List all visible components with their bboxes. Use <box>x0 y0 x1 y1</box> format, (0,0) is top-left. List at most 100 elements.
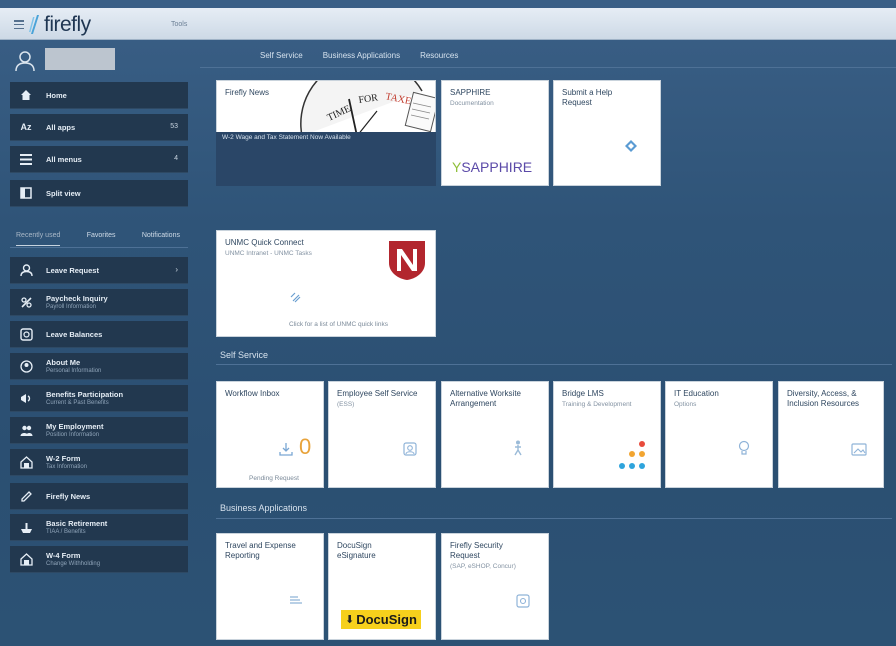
sapphire-y-mark-icon: Y <box>452 159 462 175</box>
sidebar-item-basic-retirement[interactable]: Basic Retirement TIAA / Benefits <box>10 514 188 541</box>
sidebar-item-all-apps[interactable]: Az All apps 53 <box>10 114 188 141</box>
paycheck-icon <box>16 292 36 312</box>
sidebar-item-sublabel: Tax Information <box>46 464 88 470</box>
sidebar-item-label: Split view <box>46 188 81 198</box>
user-card-icon <box>403 442 417 456</box>
sidebar-item-my-employment[interactable]: My Employment Position Information <box>10 417 188 444</box>
news-caption[interactable]: W-2 Wage and Tax Statement Now Available <box>222 134 351 141</box>
split-view-icon <box>16 183 36 203</box>
nav-tab-self-service[interactable]: Self Service <box>260 51 303 60</box>
tile-title: Firefly Security Request <box>450 541 503 560</box>
tile-subtitle: (ESS) <box>337 401 355 408</box>
user-name-redacted <box>45 48 115 70</box>
tile-footer: Click for a list of UNMC quick links <box>289 321 388 328</box>
sidebar-item-w4-form[interactable]: W-4 Form Change Withholding <box>10 546 188 573</box>
tile-title: Workflow Inbox <box>225 389 280 398</box>
sidebar-item-sublabel: Current & Past Benefits <box>46 400 109 406</box>
sidebar-tabs: Recently used Favorites Notifications <box>10 232 188 246</box>
top-nav-divider <box>200 67 896 68</box>
sidebar-item-home[interactable]: Home <box>10 82 188 109</box>
tile-title: Travel and Expense Reporting <box>225 541 296 560</box>
sidebar-item-all-menus[interactable]: All menus 4 <box>10 146 188 173</box>
firefly-logo-icon <box>29 15 39 34</box>
section-divider <box>216 518 892 519</box>
top-tab-tools[interactable]: Tools <box>171 21 187 28</box>
sidebar-item-label: Firefly News <box>46 491 91 501</box>
all-menus-count-badge: 4 <box>174 155 178 162</box>
chevron-right-icon: › <box>175 265 178 274</box>
sidebar-item-w2-form[interactable]: W-2 Form Tax Information <box>10 449 188 476</box>
sidebar-item-label: Benefits Participation <box>46 390 124 399</box>
sidebar-item-split-view[interactable]: Split view <box>10 180 188 207</box>
sidebar-item-label: My Employment <box>46 422 104 431</box>
sidebar-item-label: Leave Request <box>46 265 99 275</box>
tile-bridge-lms[interactable]: Bridge LMS Training & Development <box>553 381 661 488</box>
nav-tab-resources[interactable]: Resources <box>420 51 458 60</box>
tile-firefly-security-request[interactable]: Firefly Security Request (SAP, eSHOP, Co… <box>441 533 549 640</box>
sidebar-item-sublabel: Position Information <box>46 432 100 438</box>
section-divider <box>216 364 892 365</box>
tile-submit-help-request[interactable]: Submit a Help Request <box>553 80 661 186</box>
user-avatar-icon[interactable] <box>14 50 36 72</box>
tile-employee-self-service[interactable]: Employee Self Service (ESS) <box>328 381 436 488</box>
top-bar: firefly Tools <box>0 8 896 40</box>
nav-tab-business-applications[interactable]: Business Applications <box>323 51 400 60</box>
tile-alternative-worksite[interactable]: Alternative Worksite Arrangement <box>441 381 549 488</box>
folder-image-icon <box>851 443 867 456</box>
app-title: firefly <box>44 13 91 36</box>
download-arrow-icon: ⬇ <box>345 614 355 626</box>
tile-travel-expense-reporting[interactable]: Travel and Expense Reporting <box>216 533 324 640</box>
tile-sapphire[interactable]: SAPPHIRE Documentation YSAPPHIRE <box>441 80 549 186</box>
inbox-download-icon <box>279 443 293 456</box>
tile-subtitle: Options <box>674 401 697 408</box>
leave-balances-icon <box>16 324 36 344</box>
sidebar-item-about-me[interactable]: About Me Personal Information <box>10 353 188 380</box>
unmc-n-logo-icon <box>389 241 425 280</box>
sidebar-item-label: Paycheck Inquiry <box>46 294 108 303</box>
tax-form-icon <box>16 452 36 472</box>
retirement-icon <box>16 517 36 537</box>
tile-title: Diversity, Access, & Inclusion Resources <box>787 389 860 408</box>
list-icon <box>16 149 36 169</box>
tile-title: DocuSign eSignature <box>337 541 376 560</box>
person-walking-icon <box>514 440 522 456</box>
section-label-business-applications: Business Applications <box>220 503 308 513</box>
w4-form-icon <box>16 549 36 569</box>
tile-subtitle: (SAP, eSHOP, Concur) <box>450 563 516 570</box>
sidebar-item-label: W-2 Form <box>46 454 81 463</box>
benefits-icon <box>16 388 36 408</box>
section-label-self-service: Self Service <box>220 350 269 360</box>
tile-title: Alternative Worksite Arrangement <box>450 389 521 408</box>
sidebar-tabs-divider <box>10 247 188 248</box>
leave-request-icon <box>16 260 36 280</box>
tile-title: Submit a Help Request <box>562 88 613 107</box>
tile-unmc-quick-connect[interactable]: UNMC Quick Connect UNMC Intranet - UNMC … <box>216 230 436 337</box>
tile-docusign-esignature[interactable]: DocuSign eSignature ⬇ DocuSign <box>328 533 436 640</box>
employment-icon <box>16 420 36 440</box>
sidebar-tab-favorites[interactable]: Favorites <box>87 232 116 246</box>
sidebar-item-label: All menus <box>46 154 82 164</box>
home-icon <box>16 85 36 105</box>
help-diamond-icon <box>625 140 637 152</box>
sidebar-item-benefits-participation[interactable]: Benefits Participation Current & Past Be… <box>10 385 188 412</box>
sidebar-tab-notifications[interactable]: Notifications <box>142 232 180 246</box>
sidebar-item-sublabel: Personal Information <box>46 368 102 374</box>
sidebar-item-paycheck-inquiry[interactable]: Paycheck Inquiry Payroll Information <box>10 289 188 316</box>
sidebar-item-label: All apps <box>46 122 76 132</box>
security-request-icon <box>516 594 530 608</box>
tile-title: Bridge LMS <box>562 389 604 398</box>
sidebar-item-sublabel: Change Withholding <box>46 561 101 567</box>
sidebar-tab-recently-used[interactable]: Recently used <box>16 232 61 246</box>
hamburger-menu-icon[interactable] <box>14 20 24 29</box>
az-icon: Az <box>20 122 32 132</box>
news-icon <box>16 486 36 506</box>
tile-footer: Pending Request <box>249 475 299 482</box>
sidebar-item-leave-request[interactable]: Leave Request › <box>10 257 188 284</box>
tile-diversity-access-inclusion[interactable]: Diversity, Access, & Inclusion Resources <box>778 381 884 488</box>
all-apps-count-badge: 53 <box>170 123 178 130</box>
sidebar-item-leave-balances[interactable]: Leave Balances <box>10 321 188 348</box>
sidebar-item-firefly-news[interactable]: Firefly News <box>10 483 188 510</box>
tile-workflow-inbox[interactable]: Workflow Inbox 0 Pending Request <box>216 381 324 488</box>
tile-it-education[interactable]: IT Education Options <box>665 381 773 488</box>
sidebar-item-label: Leave Balances <box>46 329 103 339</box>
